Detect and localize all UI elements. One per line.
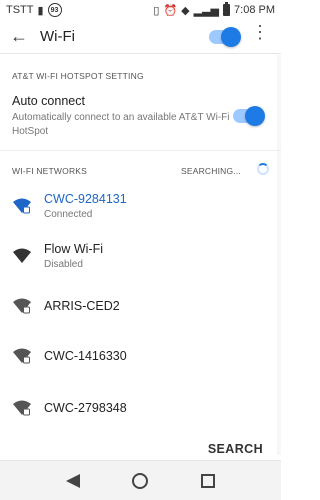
signal-icon: ▮ xyxy=(37,4,44,17)
wifi-locked-icon xyxy=(12,297,32,315)
network-name: CWC-9284131 xyxy=(44,192,127,206)
wifi-locked-icon xyxy=(12,197,32,215)
auto-connect-toggle[interactable] xyxy=(233,106,265,126)
status-bar: TSTT ▮ 93 ▯ ⏰ ◆ ▂▃▅ 7:08 PM xyxy=(0,0,281,20)
nav-back-icon[interactable] xyxy=(66,473,81,488)
network-item[interactable]: ARRIS-CED2 xyxy=(0,282,281,330)
network-status: Connected xyxy=(44,209,93,220)
network-name: CWC-2798348 xyxy=(44,401,127,415)
wifi-locked-icon xyxy=(12,399,32,417)
wifi-icon xyxy=(12,247,32,265)
time-label: 7:08 PM xyxy=(234,4,275,16)
auto-connect-title[interactable]: Auto connect xyxy=(12,94,85,108)
back-arrow-icon[interactable]: ← xyxy=(10,26,32,47)
nav-recent-apps-icon[interactable] xyxy=(200,473,215,488)
toggle-knob xyxy=(245,106,265,126)
search-button[interactable]: SEARCH xyxy=(208,442,263,456)
app-bar: ← Wi-Fi xyxy=(0,20,281,54)
toggle-knob xyxy=(221,26,241,47)
network-name: Flow Wi-Fi xyxy=(44,242,104,256)
navigation-bar xyxy=(0,460,281,500)
network-item[interactable]: CWC-1416330 xyxy=(0,332,281,380)
wifi-status-icon: ◆ xyxy=(181,4,190,17)
network-name: CWC-1416330 xyxy=(44,349,127,363)
vibrate-icon: ▯ xyxy=(153,4,160,17)
hotspot-section-header: AT&T WI-FI HOTSPOT SETTING xyxy=(12,71,144,81)
searching-status: SEARCHING... xyxy=(180,166,241,176)
network-item[interactable]: CWC-9284131 Connected xyxy=(0,182,281,230)
network-item[interactable]: CWC-2798348 xyxy=(0,384,281,432)
cell-signal-icon: ▂▃▅ xyxy=(193,4,220,17)
networks-section-header: WI-FI NETWORKS xyxy=(12,166,88,176)
more-options-icon[interactable]: ⋮ xyxy=(251,23,269,41)
loading-spinner-icon xyxy=(257,163,269,175)
alarm-icon: ⏰ xyxy=(163,4,178,17)
network-name: ARRIS-CED2 xyxy=(44,299,120,313)
wifi-master-toggle[interactable] xyxy=(209,26,241,47)
carrier-label: TSTT xyxy=(6,4,34,16)
network-item[interactable]: Flow Wi-Fi Disabled xyxy=(0,232,281,280)
page-title: Wi-Fi xyxy=(40,28,75,45)
auto-connect-description: Automatically connect to an available AT… xyxy=(12,112,230,137)
network-status: Disabled xyxy=(44,259,83,270)
notification-count-badge: 93 xyxy=(47,3,62,17)
battery-icon xyxy=(223,2,231,16)
nav-home-icon[interactable] xyxy=(132,472,149,489)
divider xyxy=(0,150,281,151)
wifi-locked-icon xyxy=(12,347,32,365)
